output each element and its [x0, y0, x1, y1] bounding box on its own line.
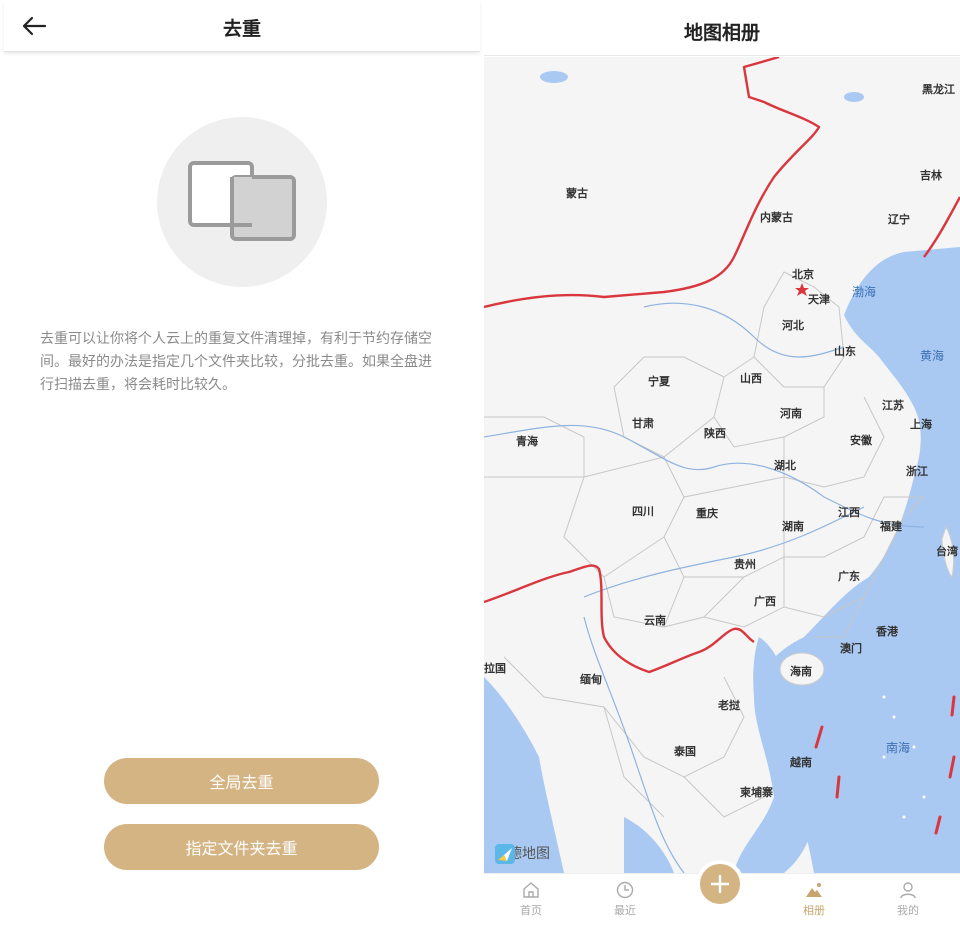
label-heilongjiang: 黑龙江 — [922, 83, 955, 96]
mountain-photo-icon — [806, 883, 822, 897]
tab-album[interactable]: 相册 — [784, 880, 844, 918]
clock-icon — [616, 881, 634, 899]
label-jiangxi: 江西 — [838, 506, 860, 519]
label-shandong: 山东 — [834, 345, 856, 358]
label-beijing: 北京 — [792, 268, 814, 281]
map-album-header: 地图相册 — [484, 0, 960, 56]
label-bangladesh: 拉国 — [484, 662, 506, 675]
label-zhejiang: 浙江 — [906, 465, 928, 478]
tab-home[interactable]: 首页 — [501, 880, 561, 918]
label-hebei: 河北 — [782, 319, 804, 332]
user-icon — [900, 882, 916, 899]
folder-dedupe-button[interactable]: 指定文件夹去重 — [104, 824, 379, 870]
page-title: 地图相册 — [683, 22, 760, 44]
label-shanxi: 山西 — [740, 372, 762, 385]
map-album-screen: 地图相册 黑龙江 蒙古 吉林 内蒙古 辽宁 北京 天津 渤海 河北 山东 黄海 … — [484, 0, 960, 928]
label-jiangsu: 江苏 — [882, 399, 904, 412]
label-gansu: 甘肃 — [632, 417, 654, 430]
label-sichuan: 四川 — [632, 505, 654, 518]
home-icon — [523, 882, 539, 898]
tab-mine[interactable]: 我的 — [878, 880, 938, 918]
label-guangxi: 广西 — [754, 595, 776, 608]
beijing-star — [795, 283, 809, 296]
label-hunan: 湖南 — [782, 520, 804, 533]
label-hubei: 湖北 — [774, 459, 796, 472]
label-tianjin: 天津 — [808, 293, 830, 306]
tab-recent-label: 最近 — [614, 904, 636, 917]
amap-attribution: 高德地图 — [494, 843, 550, 864]
label-chongqing: 重庆 — [696, 507, 718, 520]
label-thailand: 泰国 — [674, 745, 696, 758]
label-yunnan: 云南 — [644, 614, 666, 627]
label-mongolia: 蒙古 — [566, 187, 588, 200]
label-yellow-sea: 黄海 — [920, 349, 945, 363]
duplicate-files-illustration — [157, 117, 327, 287]
tab-home-label: 首页 — [520, 904, 542, 917]
label-guizhou: 贵州 — [734, 558, 756, 571]
duplicate-files-icon — [188, 161, 296, 241]
label-shanghai: 上海 — [910, 418, 932, 431]
label-ningxia: 宁夏 — [648, 375, 670, 388]
dedupe-screen: 去重 去重可以让你将个人云上的重复文件清理掉，有利于节约存储空间。最好的办法是指… — [0, 0, 480, 928]
page-title: 去重 — [222, 18, 261, 40]
label-cambodia: 柬埔寨 — [740, 786, 773, 799]
label-shaanxi: 陕西 — [704, 427, 726, 440]
lake-2 — [844, 92, 864, 102]
label-taiwan: 台湾 — [936, 545, 958, 558]
label-fujian: 福建 — [880, 520, 902, 533]
map-view[interactable]: 黑龙江 蒙古 吉林 内蒙古 辽宁 北京 天津 渤海 河北 山东 黄海 宁夏 山西… — [484, 57, 960, 873]
tab-album-label: 相册 — [803, 904, 825, 917]
label-henan: 河南 — [780, 407, 802, 420]
label-hainan: 海南 — [790, 665, 812, 678]
label-bohai: 渤海 — [852, 285, 877, 299]
amap-logo-icon — [495, 844, 515, 864]
add-button[interactable] — [696, 860, 744, 908]
label-qinghai: 青海 — [516, 435, 538, 448]
label-guangdong: 广东 — [838, 570, 860, 583]
label-vietnam: 越南 — [790, 756, 812, 769]
label-hongkong: 香港 — [876, 625, 898, 638]
label-laos: 老挝 — [718, 699, 740, 712]
dedupe-description: 去重可以让你将个人云上的重复文件清理掉，有利于节约存储空间。最好的办法是指定几个… — [40, 331, 432, 393]
dedupe-header: 去重 — [4, 0, 480, 52]
bottom-tab-bar: 首页 最近 相册 我的 — [484, 860, 960, 928]
tab-recent[interactable]: 最近 — [595, 880, 655, 918]
label-south-sea: 南海 — [886, 741, 911, 755]
lake-1 — [540, 71, 568, 83]
label-myanmar: 缅甸 — [580, 673, 602, 686]
label-jilin: 吉林 — [920, 169, 942, 182]
label-liaoning: 辽宁 — [888, 213, 910, 226]
label-anhui: 安徽 — [850, 434, 872, 447]
label-neimenggu: 内蒙古 — [760, 211, 793, 224]
tab-mine-label: 我的 — [897, 904, 919, 917]
global-dedupe-button[interactable]: 全局去重 — [104, 758, 379, 804]
label-macau: 澳门 — [840, 642, 862, 655]
plus-icon — [711, 875, 729, 893]
